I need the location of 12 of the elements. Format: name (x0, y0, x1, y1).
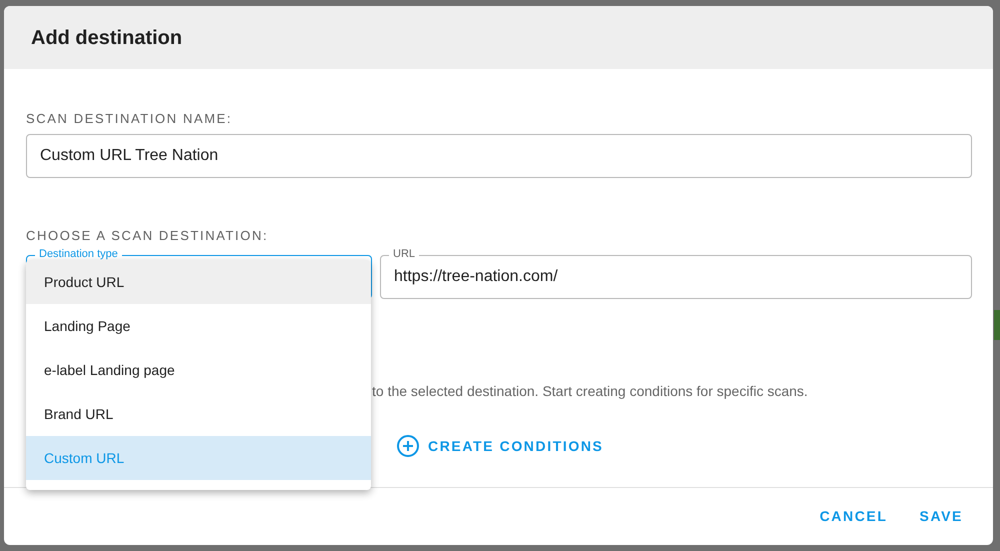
add-icon (396, 434, 420, 458)
menu-item[interactable]: Landing Page (26, 304, 371, 348)
field-label: Destination type (35, 247, 122, 261)
background-strip (994, 310, 1000, 340)
field-label: SCAN DESTINATION NAME: (26, 110, 234, 128)
name-field[interactable]: Custom URL Tree Nation (26, 134, 972, 178)
menu-item[interactable]: e-label Landing page (26, 348, 371, 392)
hint-text: to the selected destination. Start creating conditions for specific scans. (372, 382, 808, 401)
dialog-title: Add destination (31, 26, 182, 50)
menu-item[interactable]: Brand URL (26, 392, 371, 436)
menu-item[interactable]: Product URL (26, 260, 371, 304)
section-label: CHOOSE A SCAN DESTINATION: (26, 226, 270, 244)
